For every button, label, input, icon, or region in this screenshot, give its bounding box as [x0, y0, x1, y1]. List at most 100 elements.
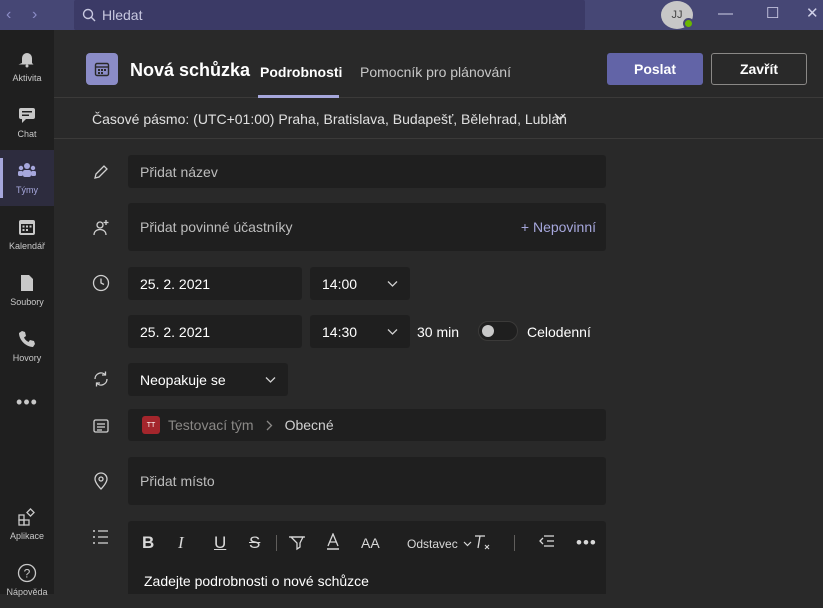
italic-icon[interactable]: I [178, 533, 184, 553]
rail-item-chat[interactable]: Chat [0, 94, 54, 150]
end-time-picker[interactable]: 14:30 [310, 315, 410, 348]
timezone-selector[interactable]: Časové pásmo: (UTC+01:00) Praha, Bratisl… [54, 98, 823, 139]
add-person-icon [92, 219, 110, 237]
more-icon: ••• [16, 391, 38, 412]
chevron-down-icon [463, 541, 472, 547]
toggle-knob [482, 325, 494, 337]
rail-label: Chat [17, 129, 37, 139]
help-icon: ? [17, 563, 37, 583]
start-date-picker[interactable]: 25. 2. 2021 [128, 267, 302, 300]
rail-label: Kalendář [8, 241, 46, 251]
details-editor[interactable]: B I U S AA Odstavec ••• Zadejte podrobno… [128, 521, 606, 594]
toolbar-divider [514, 535, 515, 551]
all-day-label: Celodenní [527, 324, 591, 340]
search-input[interactable]: Hledat [74, 0, 585, 30]
rail-item-soubory[interactable]: Soubory [0, 262, 54, 318]
team-badge: TT [142, 416, 160, 434]
bold-icon[interactable]: B [142, 533, 154, 553]
repeat-icon [92, 370, 110, 388]
chevron-down-icon [387, 328, 398, 335]
channel-field[interactable]: TT Testovací tým Obecné [128, 409, 606, 441]
search-placeholder: Hledat [102, 7, 143, 23]
rail-item-kalendar[interactable]: Kalendář [0, 206, 54, 262]
rail-item-napoveda[interactable]: ? Nápověda [0, 552, 54, 608]
rail-item-tymy[interactable]: Týmy [0, 150, 54, 206]
pencil-icon [92, 163, 110, 181]
channel-name: Obecné [284, 417, 334, 433]
end-date-value: 25. 2. 2021 [140, 323, 211, 340]
forward-icon[interactable]: › [32, 6, 37, 24]
rail-label: Aplikace [9, 531, 45, 541]
rail-item-hovory[interactable]: Hovory [0, 318, 54, 374]
optional-attendees-link[interactable]: + Nepovinní [521, 219, 596, 235]
decrease-indent-icon[interactable] [538, 533, 556, 554]
list-icon [92, 528, 110, 546]
rail-label: Soubory [10, 297, 44, 307]
end-time-value: 14:30 [322, 323, 358, 340]
location-field[interactable]: Přidat místo [128, 457, 606, 505]
rail-item-more[interactable]: ••• [0, 374, 54, 430]
repeat-dropdown[interactable]: Neopakuje se [128, 363, 288, 396]
minimize-icon[interactable]: — [718, 5, 733, 22]
clock-icon [92, 274, 110, 292]
start-time-value: 14:00 [322, 275, 358, 292]
close-window-icon[interactable]: ✕ [806, 4, 819, 22]
timezone-label: Časové pásmo: (UTC+01:00) Praha, Bratisl… [92, 111, 567, 127]
team-name: Testovací tým [168, 417, 254, 433]
rail-item-aplikace[interactable]: Aplikace [0, 496, 54, 552]
search-icon [82, 8, 96, 22]
rail-label: Nápověda [6, 587, 48, 597]
repeat-value: Neopakuje se [140, 371, 226, 388]
svg-text:?: ? [24, 567, 31, 581]
rail-label: Aktivita [12, 73, 42, 83]
tab-scheduling-assistant[interactable]: Pomocník pro plánování [360, 64, 511, 80]
tab-podrobnosti[interactable]: Podrobnosti [260, 64, 342, 80]
chevron-down-icon [265, 376, 276, 383]
location-placeholder: Přidat místo [140, 473, 215, 489]
phone-icon [17, 329, 37, 349]
file-icon [17, 273, 37, 293]
maximize-icon[interactable]: ☐ [766, 4, 779, 22]
font-size-icon[interactable]: AA [361, 535, 380, 551]
start-time-picker[interactable]: 14:00 [310, 267, 410, 300]
strikethrough-icon[interactable]: S [249, 533, 260, 553]
chevron-down-icon [554, 113, 566, 120]
details-placeholder: Zadejte podrobnosti o nové schůzce [144, 573, 369, 589]
paragraph-dropdown[interactable]: Odstavec [407, 537, 458, 551]
title-placeholder: Přidat název [140, 163, 218, 180]
underline-icon[interactable]: U [214, 533, 226, 553]
location-pin-icon [92, 472, 110, 490]
close-button[interactable]: Zavřít [711, 53, 807, 85]
font-color-icon[interactable] [326, 532, 340, 556]
rail-label: Hovory [12, 353, 42, 363]
teams-icon [17, 161, 37, 181]
more-options-icon[interactable]: ••• [576, 533, 597, 553]
rail-label: Týmy [16, 185, 38, 195]
calendar-icon [17, 217, 37, 237]
apps-icon [17, 507, 37, 527]
all-day-toggle[interactable] [478, 321, 518, 341]
page-title: Nová schůzka [130, 60, 251, 80]
start-date-value: 25. 2. 2021 [140, 275, 211, 292]
calendar-icon [86, 53, 118, 85]
presence-badge [683, 18, 694, 29]
back-icon[interactable]: ‹ [6, 6, 11, 24]
end-date-picker[interactable]: 25. 2. 2021 [128, 315, 302, 348]
toolbar-divider [276, 535, 277, 551]
channel-icon [92, 417, 110, 435]
highlight-icon[interactable] [288, 533, 306, 556]
send-button[interactable]: Poslat [607, 53, 703, 85]
meeting-header: Nová schůzka Podrobnosti Pomocník pro pl… [54, 30, 823, 98]
attendees-field[interactable]: Přidat povinné účastníky + Nepovinní [128, 203, 606, 251]
title-bar: ‹ › Hledat JJ — ☐ ✕ [0, 0, 823, 30]
chevron-down-icon [387, 280, 398, 287]
chevron-right-icon [266, 420, 273, 430]
clear-formatting-icon[interactable] [473, 533, 491, 556]
rail-item-aktivita[interactable]: Aktivita [0, 38, 54, 94]
title-field[interactable]: Přidat název [128, 155, 606, 188]
bell-icon [17, 49, 37, 69]
app-rail: Aktivita Chat Týmy Kalendář Soubory Hovo… [0, 30, 54, 597]
chat-icon [17, 105, 37, 125]
duration-label: 30 min [417, 324, 460, 340]
attendees-placeholder: Přidat povinné účastníky [140, 219, 293, 235]
